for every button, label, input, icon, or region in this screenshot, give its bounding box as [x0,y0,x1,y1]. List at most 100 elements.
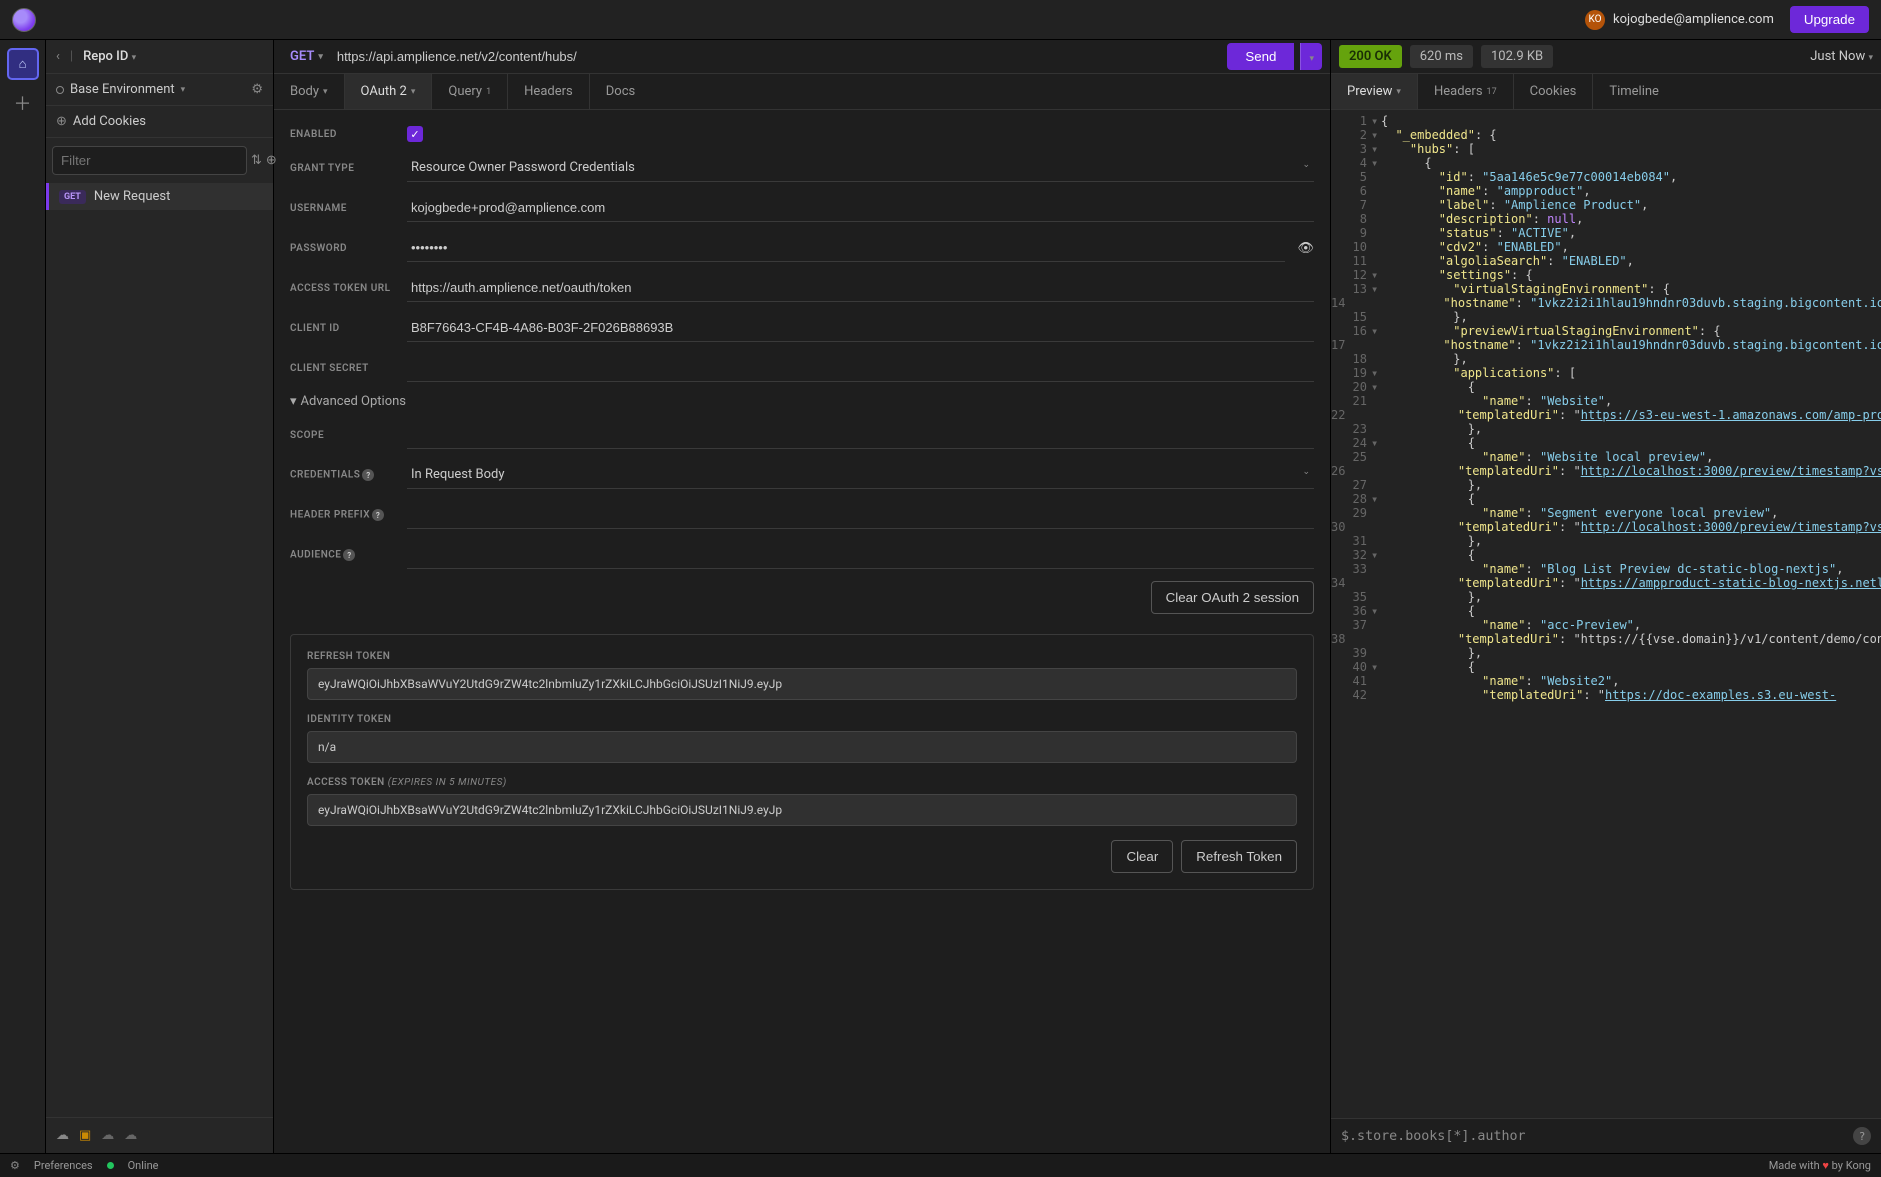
response-history[interactable]: Just Now ▾ [1810,49,1873,64]
refresh-token-label: REFRESH TOKEN [307,651,1297,662]
avatar[interactable]: KO [1585,10,1605,30]
refresh-token-value[interactable]: eyJraWQiOiJhbXBsaWVuY2UtdG9rZW4tc2lnbmlu… [307,668,1297,700]
filter-input[interactable] [52,146,247,175]
json-line: 6 "name": "ampproduct", [1331,184,1881,198]
tab-resp-cookies[interactable]: Cookies [1514,74,1594,109]
tab-query[interactable]: Query 1 [432,74,508,109]
refresh-token-button[interactable]: Refresh Token [1181,840,1297,873]
json-line: 20▾ { [1331,380,1881,394]
json-viewer[interactable]: 1▾{2▾ "_embedded": {3▾ "hubs": [4▾ {5 "i… [1331,110,1881,1118]
box-icon[interactable]: ▣ [79,1128,91,1143]
send-button[interactable]: Send [1227,43,1294,70]
json-line: 36▾ { [1331,604,1881,618]
url-input[interactable] [337,49,1221,64]
upgrade-button[interactable]: Upgrade [1790,6,1869,33]
request-tabs: Body ▾ OAuth 2 ▾ Query 1 Headers Docs [274,74,1330,110]
token-url-input[interactable] [407,274,1314,302]
home-button[interactable]: ⌂ [7,48,39,80]
workspace-title[interactable]: Repo ID ▾ [83,49,136,64]
tab-preview[interactable]: Preview ▾ [1331,74,1418,109]
chevron-down-icon: ▾ [323,87,328,97]
clear-button[interactable]: Clear [1111,840,1173,873]
json-line: 23 }, [1331,422,1881,436]
json-line: 18 }, [1331,352,1881,366]
username-input[interactable] [407,194,1314,222]
gear-icon[interactable]: ⚙ [251,82,263,97]
eye-icon[interactable]: 👁 [1297,241,1314,256]
credentials-select[interactable]: In Request Body⌄ [407,461,1314,489]
help-icon[interactable]: ? [343,549,355,561]
tab-headers[interactable]: Headers [508,74,590,109]
identity-token-value[interactable]: n/a [307,731,1297,763]
env-name: Base Environment [70,82,175,97]
add-workspace-button[interactable]: ＋ [14,90,32,116]
access-token-value[interactable]: eyJraWQiOiJhbXBsaWVuY2UtdG9rZW4tc2lnbmlu… [307,794,1297,826]
clear-oauth-session-button[interactable]: Clear OAuth 2 session [1151,581,1314,614]
scope-input[interactable] [407,421,1314,449]
topbar: KO kojogbede@amplience.com Upgrade [0,0,1881,40]
chevron-down-icon: ▾ [1868,53,1873,63]
sidebar-footer: ☁ ▣ ☁ ☁ [46,1117,273,1153]
json-line: 12▾ "settings": { [1331,268,1881,282]
json-line: 11 "algoliaSearch": "ENABLED", [1331,254,1881,268]
back-button[interactable]: ‹ [56,49,60,64]
audience-input[interactable] [407,541,1314,569]
client-id-input[interactable] [407,314,1314,342]
tab-auth[interactable]: OAuth 2 ▾ [345,74,433,109]
tab-docs[interactable]: Docs [590,74,651,109]
grant-type-label: GRANT TYPE [290,163,395,174]
header-prefix-input[interactable] [407,501,1314,529]
sort-button[interactable]: ⇅ [251,149,262,173]
app-logo-icon [12,8,36,32]
grant-type-select[interactable]: Resource Owner Password Credentials⌄ [407,154,1314,182]
cloud-icon[interactable]: ☁ [56,1128,69,1143]
help-icon[interactable]: ? [372,509,384,521]
chevron-down-icon: ▾ [411,87,416,97]
plus-circle-icon: ⊕ [56,114,67,129]
online-dot-icon [107,1162,114,1169]
chevron-down-icon: ⌄ [1302,467,1310,482]
help-icon[interactable]: ? [362,469,374,481]
json-line: 33 "name": "Blog List Preview dc-static-… [1331,562,1881,576]
sidebar-request-item[interactable]: GET New Request [46,183,273,210]
advanced-options-toggle[interactable]: ▾ Advanced Options [290,394,1314,409]
json-line: 17 "hostname": "1vkz2i2i1hlau19hndnr03du… [1331,338,1881,352]
gear-icon[interactable]: ⚙ [10,1159,20,1172]
preferences-link[interactable]: Preferences [34,1159,93,1172]
jsonpath-input[interactable] [1341,1129,1853,1144]
json-line: 8 "description": null, [1331,212,1881,226]
cookies-button[interactable]: ⊕ Add Cookies [46,106,273,138]
credentials-label: CREDENTIALS? [290,469,395,481]
scope-label: SCOPE [290,430,395,441]
enabled-checkbox[interactable]: ✓ [407,126,423,142]
client-secret-input[interactable] [407,354,1314,382]
json-line: 42 "templatedUri": "https://doc-examples… [1331,688,1881,702]
cloud-download-icon[interactable]: ☁ [101,1128,114,1143]
response-time: 620 ms [1410,45,1473,68]
help-icon[interactable]: ? [1853,1127,1871,1145]
json-line: 19▾ "applications": [ [1331,366,1881,380]
client-secret-label: CLIENT SECRET [290,363,395,374]
send-dropdown[interactable]: ▾ [1300,43,1322,70]
triangle-down-icon: ▾ [290,394,297,409]
json-line: 9 "status": "ACTIVE", [1331,226,1881,240]
response-size: 102.9 KB [1481,45,1553,68]
env-selector[interactable]: Base Environment ▾ ⚙ [46,74,273,106]
json-line: 25 "name": "Website local preview", [1331,450,1881,464]
json-line: 14 "hostname": "1vkz2i2i1hlau19hndnr03du… [1331,296,1881,310]
cloud-upload-icon[interactable]: ☁ [124,1128,137,1143]
chevron-down-icon: ▾ [132,53,137,63]
json-line: 34 "templatedUri": "https://ampproduct-s… [1331,576,1881,590]
client-id-label: CLIENT ID [290,323,395,334]
tab-body[interactable]: Body ▾ [274,74,345,109]
tab-resp-headers[interactable]: Headers 17 [1418,74,1514,109]
tab-timeline[interactable]: Timeline [1593,74,1675,109]
method-selector[interactable]: GET ▾ [282,45,331,68]
json-line: 26 "templatedUri": "http://localhost:300… [1331,464,1881,478]
online-label: Online [128,1159,159,1172]
password-input[interactable] [407,234,1285,262]
json-line: 4▾ { [1331,156,1881,170]
json-line: 32▾ { [1331,548,1881,562]
json-line: 37 "name": "acc-Preview", [1331,618,1881,632]
json-line: 15 }, [1331,310,1881,324]
